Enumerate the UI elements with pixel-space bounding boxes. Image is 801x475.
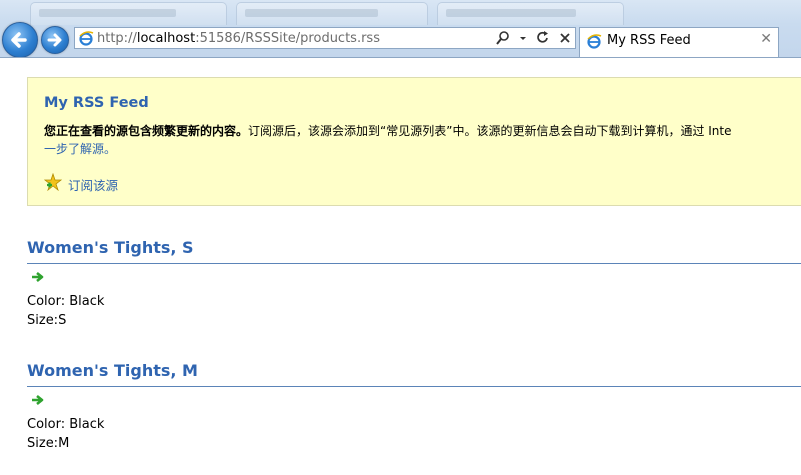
address-tools bbox=[492, 30, 571, 46]
feed-title: My RSS Feed bbox=[44, 95, 149, 111]
back-button[interactable] bbox=[2, 22, 38, 58]
item-arrow-icon[interactable] bbox=[31, 271, 45, 283]
browser-toolbar: http://localhost:51586/RSSSite/products.… bbox=[0, 0, 801, 58]
tab-my-rss-feed[interactable]: My RSS Feed ✕ bbox=[579, 27, 779, 58]
feed-description-bold: 您正在查看的源包含频繁更新的内容。 bbox=[44, 124, 249, 138]
toolbar-divider bbox=[0, 57, 801, 58]
search-icon[interactable] bbox=[495, 30, 510, 50]
item-divider bbox=[27, 263, 801, 264]
url-text[interactable]: http://localhost:51586/RSSSite/products.… bbox=[97, 31, 380, 46]
back-arrow-icon bbox=[11, 32, 27, 48]
item-color: Color: Black bbox=[27, 417, 105, 432]
item-title-link[interactable]: Women's Tights, S bbox=[27, 238, 194, 257]
forward-arrow-icon bbox=[47, 33, 62, 47]
dropdown-icon[interactable] bbox=[519, 30, 527, 50]
subscribe-star-icon bbox=[44, 173, 62, 191]
item-divider bbox=[27, 386, 801, 387]
url-path: :51586/RSSSite/products.rss bbox=[195, 31, 380, 46]
close-tab-icon[interactable]: ✕ bbox=[760, 31, 772, 47]
forward-button[interactable] bbox=[41, 26, 69, 54]
subscribe-label: 订阅该源 bbox=[68, 178, 119, 193]
ie-tab-icon bbox=[587, 34, 602, 49]
background-tab[interactable] bbox=[236, 2, 428, 25]
address-bar[interactable]: http://localhost:51586/RSSSite/products.… bbox=[74, 27, 576, 49]
feed-item: Women's Tights, S Color: Black Size:S bbox=[27, 238, 801, 338]
feed-description: 您正在查看的源包含频繁更新的内容。订阅源后，该源会添加到“常见源列表”中。该源的… bbox=[44, 122, 801, 139]
learn-more-link[interactable]: 一步了解源。 bbox=[44, 140, 116, 157]
item-title-link[interactable]: Women's Tights, M bbox=[27, 361, 198, 380]
background-tab[interactable] bbox=[437, 2, 624, 25]
feed-description-text: 订阅源后，该源会添加到“常见源列表”中。该源的更新信息会自动下载到计算机，通过 … bbox=[248, 124, 732, 138]
background-tab[interactable] bbox=[30, 2, 227, 25]
tab-title: My RSS Feed bbox=[607, 33, 691, 48]
ie-page-icon bbox=[79, 31, 94, 46]
url-prefix: http:// bbox=[97, 31, 137, 46]
url-host: localhost bbox=[136, 31, 196, 46]
item-size: Size:M bbox=[27, 436, 70, 451]
stop-icon[interactable] bbox=[559, 30, 571, 50]
item-size: Size:S bbox=[27, 313, 67, 328]
item-color: Color: Black bbox=[27, 294, 105, 309]
feed-info-banner: My RSS Feed 您正在查看的源包含频繁更新的内容。订阅源后，该源会添加到… bbox=[27, 77, 801, 206]
item-arrow-icon[interactable] bbox=[31, 394, 45, 406]
feed-item: Women's Tights, M Color: Black Size:M bbox=[27, 361, 801, 461]
refresh-icon[interactable] bbox=[536, 30, 550, 50]
